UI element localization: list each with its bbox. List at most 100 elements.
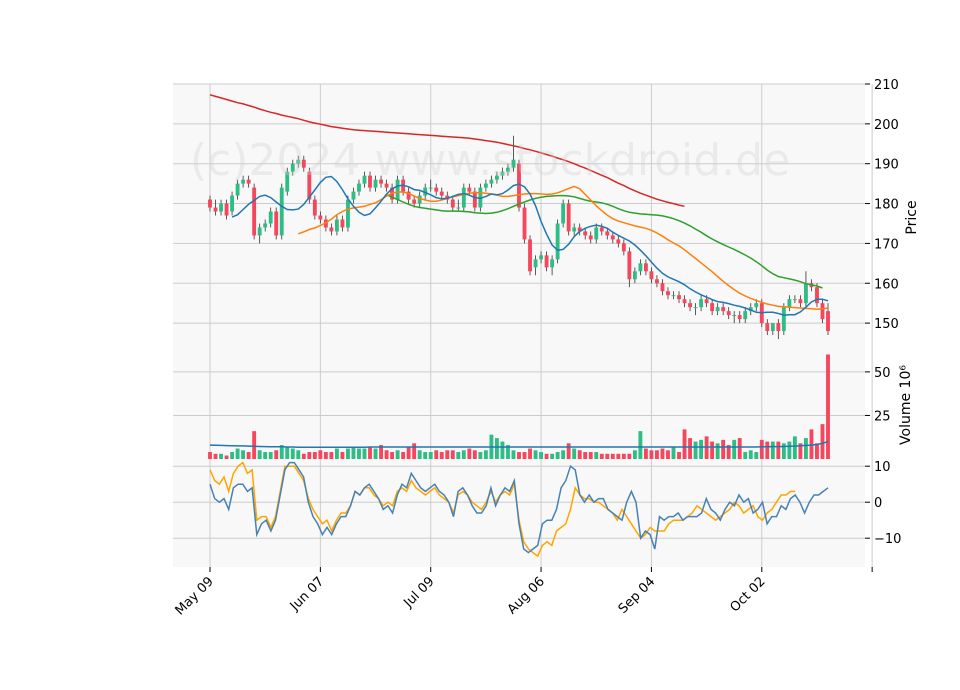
candle-body	[594, 227, 599, 240]
volume-bar	[384, 450, 389, 459]
volume-bar	[533, 450, 538, 459]
volume-bar	[643, 448, 648, 459]
volume-bar	[312, 452, 317, 459]
candle-body	[522, 207, 527, 240]
volume-bar	[792, 436, 797, 459]
candle-body	[792, 299, 797, 301]
volume-bar	[627, 453, 632, 459]
stock-chart: 150 160 170 180 190 200 210 Price 25 50 Volume 10…	[173, 78, 920, 618]
candle-body	[329, 227, 334, 232]
oscillator-panel: −10 0 10	[173, 459, 901, 567]
volume-bar	[368, 446, 372, 459]
volume-bar	[450, 450, 455, 459]
volume-bar	[599, 453, 604, 459]
volume-bar	[412, 443, 417, 459]
volume-bar	[241, 450, 246, 459]
candle-body	[334, 219, 339, 232]
candle-body	[467, 187, 472, 192]
candle-body	[539, 255, 544, 260]
volume-bar	[500, 441, 505, 459]
volume-bar	[494, 438, 499, 459]
candle-body	[428, 187, 433, 189]
volume-bar	[803, 438, 808, 459]
volume-bar	[528, 448, 532, 459]
volume-bar	[632, 450, 637, 459]
candle-body	[566, 203, 571, 232]
volume-bar	[605, 453, 610, 459]
candle-body	[688, 303, 692, 308]
candle-body	[655, 279, 659, 284]
candle-body	[726, 311, 731, 316]
candle-body	[434, 187, 439, 192]
volume-bar	[776, 441, 781, 459]
volume-bar	[815, 443, 819, 459]
candle-body	[621, 243, 626, 252]
volume-bar	[252, 431, 257, 459]
candle-body	[588, 235, 593, 240]
candle-body	[439, 191, 444, 196]
candle-body	[632, 271, 637, 280]
volume-bar	[357, 448, 361, 459]
y-tick-label: 160	[874, 277, 899, 292]
y-tick-label: 50	[874, 366, 891, 381]
x-tick-label: Oct 02	[727, 574, 768, 615]
volume-bar	[483, 450, 488, 459]
candle-body	[351, 191, 356, 200]
candle-body	[660, 283, 665, 292]
volume-bar	[461, 450, 466, 459]
volume-bar	[677, 452, 681, 459]
candle-body	[737, 315, 742, 320]
volume-bar	[820, 424, 825, 459]
x-tick-label: Aug 06	[505, 574, 548, 617]
candle-body	[213, 207, 218, 212]
volume-bar	[787, 441, 792, 459]
volume-bar	[257, 450, 262, 459]
y-axis-label: Price	[904, 200, 920, 234]
candle-body	[765, 323, 770, 332]
volume-bar	[649, 450, 654, 459]
candle-body	[550, 259, 555, 268]
volume-bar	[323, 452, 328, 459]
volume-bar	[826, 354, 830, 459]
volume-bar	[682, 429, 687, 459]
candle-body	[572, 227, 577, 232]
volume-bar	[274, 450, 279, 459]
volume-bar	[770, 441, 775, 459]
volume-bar	[781, 443, 786, 459]
volume-bar	[246, 452, 251, 459]
y-tick-label: 10	[874, 460, 891, 475]
volume-bar	[693, 441, 698, 459]
y-axis-label: Volume 10⁶	[898, 365, 914, 445]
candle-body	[544, 255, 549, 268]
candle-body	[268, 211, 273, 224]
volume-bar	[555, 452, 560, 459]
volume-bar	[583, 452, 588, 459]
volume-bar	[472, 450, 477, 459]
date-axis: May 09 Jun 07 Jul 09 Aug 06 Sep 04 Oct 02	[173, 567, 873, 618]
candle-body	[815, 287, 819, 304]
watermark: (c)2024 www.stockdroid.de	[190, 135, 790, 186]
volume-bar	[290, 448, 295, 459]
candle-body	[638, 263, 643, 272]
candle-body	[787, 299, 792, 308]
candle-body	[555, 223, 560, 260]
candle-body	[230, 195, 235, 212]
volume-bar	[621, 453, 626, 459]
volume-bar	[219, 453, 223, 459]
candle-body	[252, 187, 257, 236]
candle-body	[318, 215, 323, 220]
volume-bar	[401, 452, 406, 459]
volume-bar	[478, 452, 483, 459]
candle-body	[798, 299, 803, 304]
volume-bar	[395, 450, 400, 459]
candle-body	[826, 311, 830, 332]
candle-body	[643, 263, 648, 272]
volume-bar	[406, 446, 411, 459]
volume-bar	[561, 450, 566, 459]
volume-bar	[655, 450, 659, 459]
volume-bar	[715, 443, 720, 459]
y-tick-label: 210	[874, 78, 899, 93]
x-tick-label: May 09	[173, 574, 217, 618]
y-tick-label: 0	[874, 496, 882, 511]
volume-bar	[301, 453, 306, 459]
